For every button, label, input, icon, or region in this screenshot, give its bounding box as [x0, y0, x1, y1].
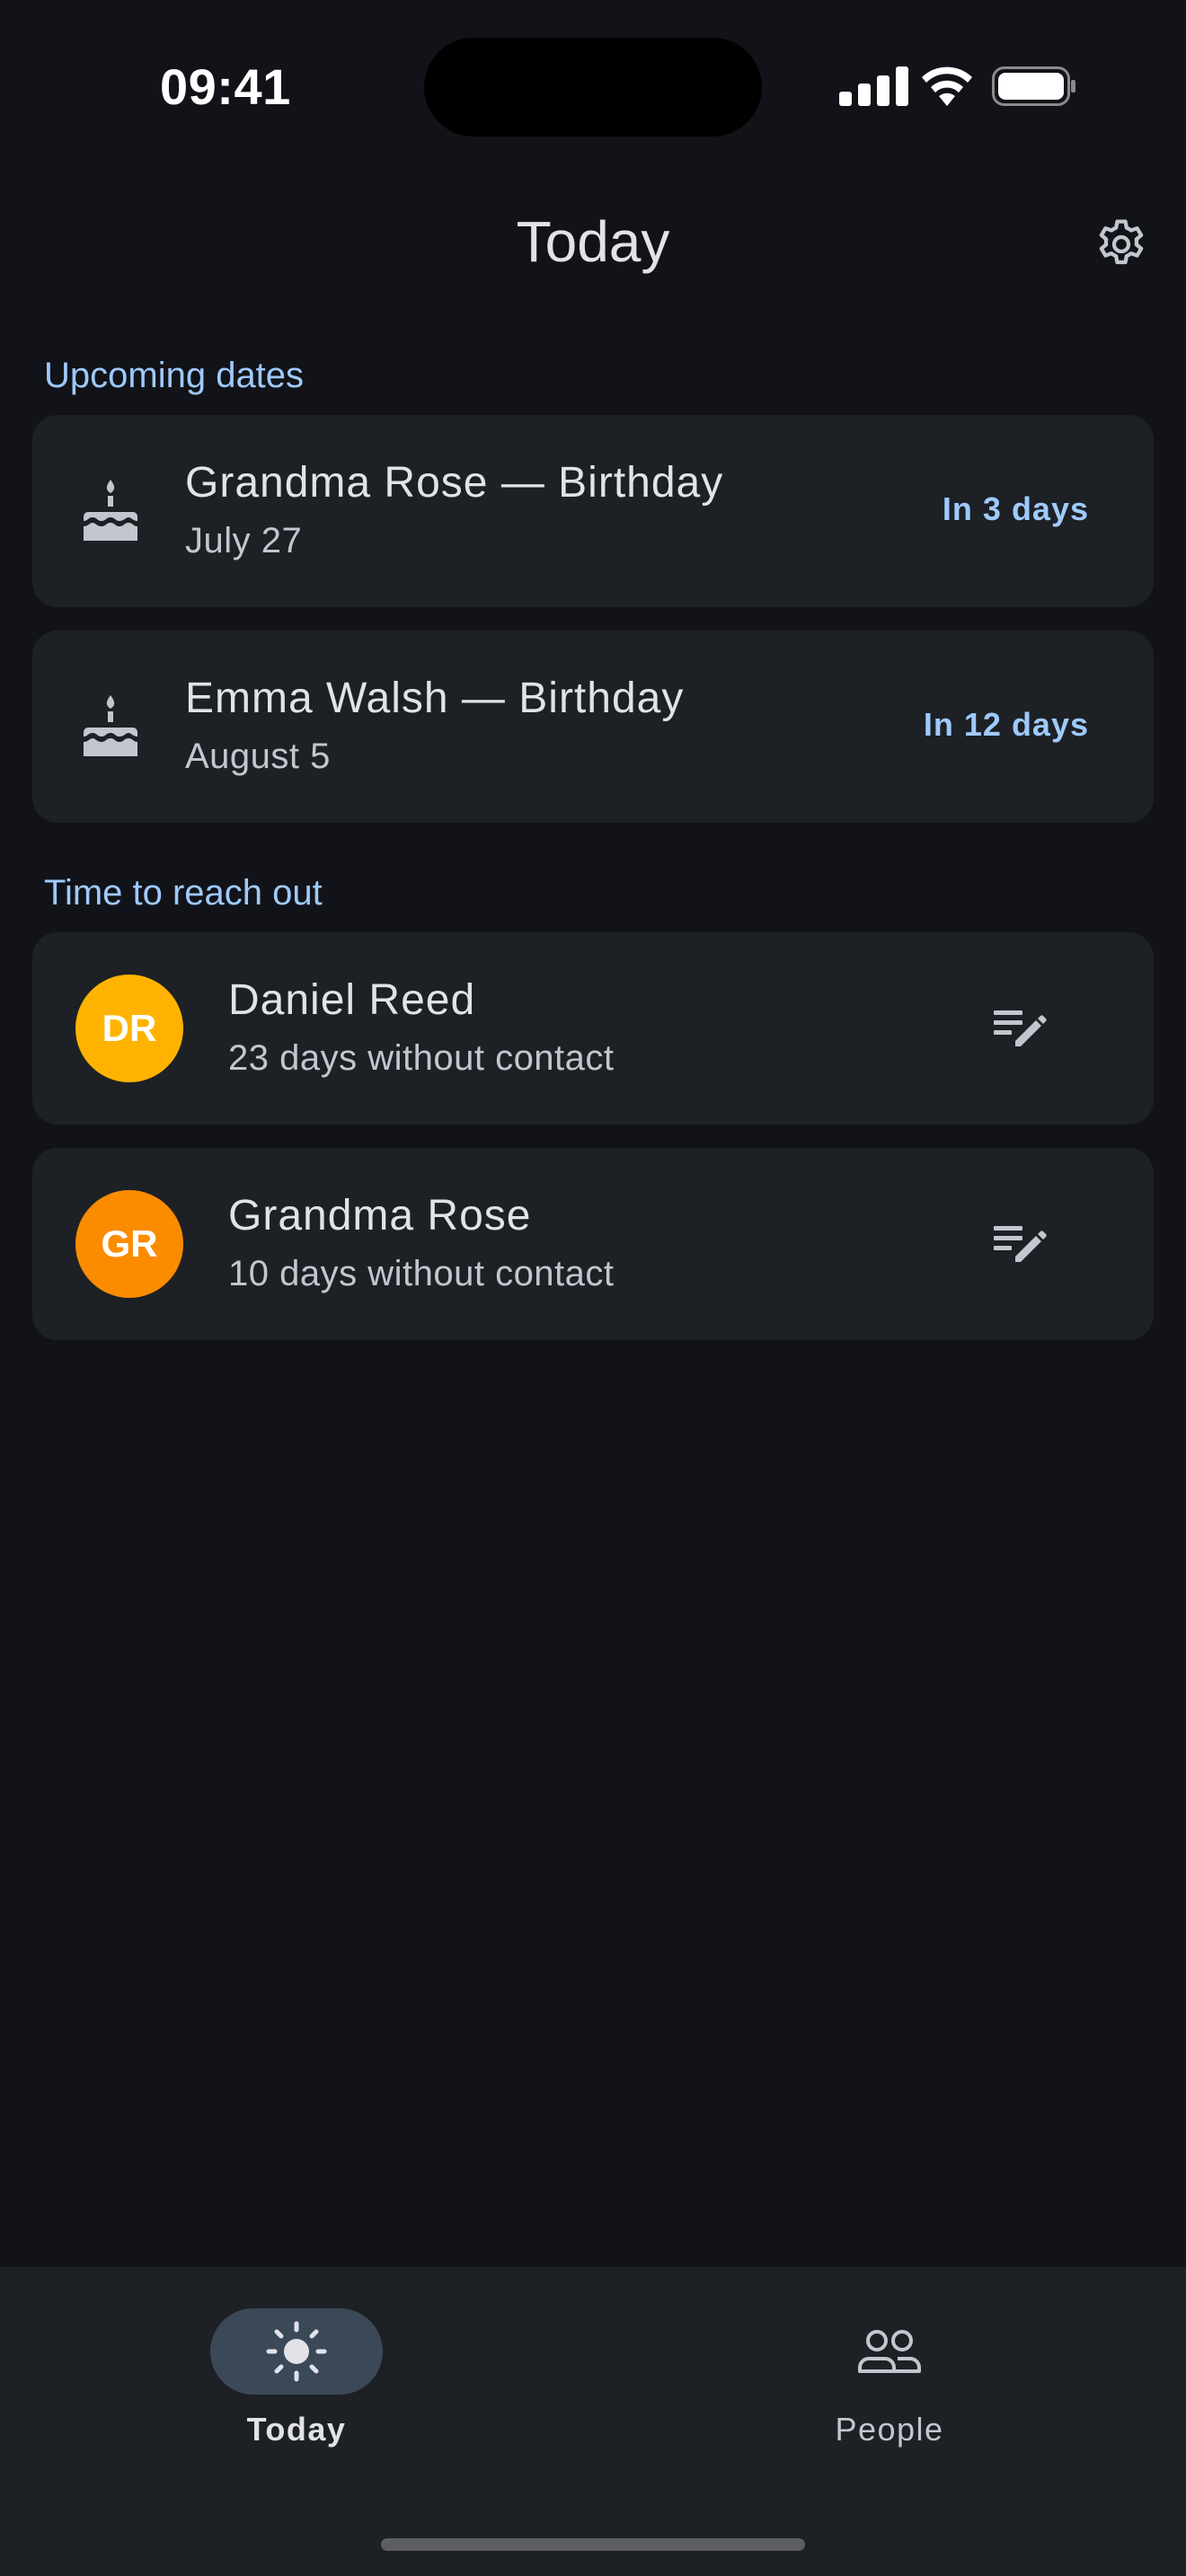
date-title: Emma Walsh — Birthday [185, 675, 685, 722]
upcoming-date-card[interactable]: Grandma Rose — Birthday July 27 In 3 day… [32, 415, 1154, 607]
contact-name: Grandma Rose [228, 1192, 532, 1239]
edit-note-icon [994, 1226, 1047, 1262]
nav-tab-today[interactable]: Today [162, 2305, 431, 2457]
log-contact-button[interactable] [985, 992, 1057, 1064]
upcoming-date-card[interactable]: Emma Walsh — Birthday August 5 In 12 day… [32, 631, 1154, 823]
avatar: GR [75, 1190, 183, 1298]
people-icon [858, 2330, 921, 2373]
contact-card[interactable]: GR Grandma Rose 10 days without contact [32, 1148, 1154, 1340]
nav-label-today: Today [246, 2411, 347, 2448]
cellular-signal-icon [839, 66, 908, 106]
nav-icon-container [803, 2308, 976, 2395]
log-contact-button[interactable] [985, 1208, 1057, 1280]
wifi-icon [922, 66, 972, 106]
gear-icon [1099, 219, 1144, 265]
date-subtitle: August 5 [185, 737, 331, 776]
cake-icon [84, 695, 137, 756]
dynamic-island [424, 38, 762, 137]
nav-label-people: People [835, 2411, 944, 2448]
countdown-label: In 3 days [942, 490, 1089, 527]
cake-icon [84, 480, 137, 541]
status-bar: 09:41 [0, 0, 1186, 171]
bottom-navigation: Today People [0, 2267, 1186, 2576]
page-title: Today [516, 209, 670, 274]
contact-card[interactable]: DR Daniel Reed 23 days without contact [32, 932, 1154, 1125]
edit-note-icon [994, 1010, 1047, 1046]
contact-name: Daniel Reed [228, 976, 476, 1024]
date-subtitle: July 27 [185, 521, 303, 560]
sun-icon [266, 2321, 327, 2382]
nav-tab-people[interactable]: People [755, 2305, 1024, 2457]
status-time: 09:41 [160, 58, 291, 115]
section-header-upcoming: Upcoming dates [44, 356, 305, 395]
section-header-reach-out: Time to reach out [44, 873, 323, 913]
battery-icon [992, 66, 1075, 106]
home-indicator [381, 2538, 805, 2551]
date-title: Grandma Rose — Birthday [185, 459, 724, 507]
contact-status: 23 days without contact [228, 1038, 615, 1078]
avatar: DR [75, 975, 183, 1082]
contact-status: 10 days without contact [228, 1254, 615, 1293]
countdown-label: In 12 days [923, 706, 1089, 743]
settings-button[interactable] [1087, 210, 1155, 278]
nav-active-indicator [210, 2308, 383, 2395]
